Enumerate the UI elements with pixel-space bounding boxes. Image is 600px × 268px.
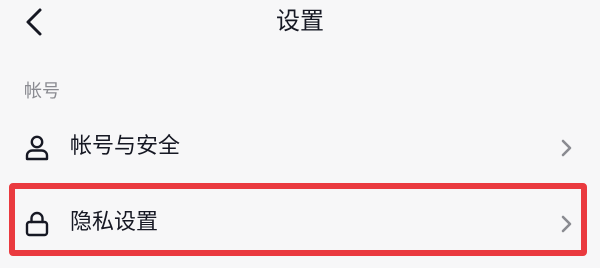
privacy-settings-label: 隐私设置 [70, 210, 159, 235]
privacy-settings-item[interactable]: 隐私设置 [0, 194, 600, 254]
header: 设置 [0, 0, 600, 44]
settings-screen: 设置 帐号 帐号与安全 隐私设置 [0, 0, 600, 268]
chevron-right-icon [561, 139, 572, 157]
page-title: 设置 [276, 7, 324, 35]
user-icon [25, 135, 49, 161]
section-title: 帐号 [24, 81, 60, 102]
chevron-right-icon [561, 215, 572, 233]
account-security-item[interactable]: 帐号与安全 [0, 118, 600, 178]
lock-icon [25, 211, 49, 237]
account-security-label: 帐号与安全 [70, 134, 181, 159]
